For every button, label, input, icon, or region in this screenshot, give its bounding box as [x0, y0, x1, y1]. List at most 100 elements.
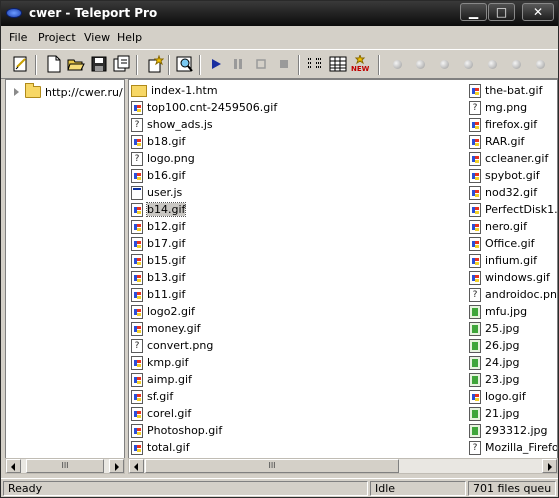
file-list-item[interactable]: 24.jpg	[469, 354, 557, 371]
file-list-item[interactable]: b14.gif	[131, 201, 466, 218]
scroll-left-arrow-icon[interactable]	[6, 459, 21, 473]
close-button[interactable]: ✕	[522, 3, 554, 21]
menu-file[interactable]: File	[9, 31, 27, 44]
file-list-item[interactable]: PerfectDisk1.g	[469, 201, 557, 218]
file-list-item[interactable]: user.js	[131, 184, 466, 201]
file-list-item[interactable]: b18.gif	[131, 133, 466, 150]
file-name: PerfectDisk1.g	[485, 203, 557, 216]
file-list-item[interactable]: logo2.gif	[131, 303, 466, 320]
image-file-icon	[469, 168, 481, 183]
file-list-item[interactable]: nod32.gif	[469, 184, 557, 201]
new-project-icon[interactable]	[45, 55, 63, 73]
file-name: infium.gif	[485, 254, 538, 267]
file-list-item[interactable]: mg.png	[469, 99, 557, 116]
file-list-item[interactable]: kmp.gif	[131, 354, 466, 371]
file-list-item[interactable]: 25.jpg	[469, 320, 557, 337]
save-project-icon[interactable]	[90, 55, 108, 73]
image-file-icon	[469, 83, 481, 98]
file-list-item[interactable]: infium.gif	[469, 252, 557, 269]
image-file-icon	[131, 423, 143, 438]
file-list-item[interactable]: logo.gif	[469, 388, 557, 405]
unknown-file-icon	[469, 287, 481, 302]
tree-node-label: http://cwer.ru/	[45, 85, 123, 99]
file-list-item[interactable]: b17.gif	[131, 235, 466, 252]
new-address-icon[interactable]	[146, 55, 164, 73]
file-name: kmp.gif	[147, 356, 189, 369]
project-properties-icon[interactable]	[12, 55, 30, 73]
menu-view[interactable]: View	[84, 31, 110, 44]
open-project-icon[interactable]	[67, 55, 85, 73]
file-list-item[interactable]: money.gif	[131, 320, 466, 337]
pause-icon[interactable]	[229, 55, 247, 73]
file-list-item[interactable]: Mozilla_Firefox	[469, 439, 557, 456]
menu-project[interactable]: Project	[38, 31, 76, 44]
file-list-item[interactable]: corel.gif	[131, 405, 466, 422]
file-list-item[interactable]: b16.gif	[131, 167, 466, 184]
scroll-thumb[interactable]: III	[26, 459, 104, 473]
file-list-item[interactable]: androidoc.png	[469, 286, 557, 303]
file-list-item[interactable]: 293312.jpg	[469, 422, 557, 439]
file-list-item[interactable]: 21.jpg	[469, 405, 557, 422]
expand-arrow-icon[interactable]	[14, 88, 19, 96]
file-list-item[interactable]: mfu.jpg	[469, 303, 557, 320]
file-list-item[interactable]: 26.jpg	[469, 337, 557, 354]
file-list-item[interactable]: sf.gif	[131, 388, 466, 405]
file-name: spybot.gif	[485, 169, 540, 182]
project-wizard-icon[interactable]	[113, 55, 131, 73]
scroll-left-arrow-icon[interactable]	[129, 459, 144, 473]
file-list-item[interactable]: Office.gif	[469, 235, 557, 252]
file-list-pane[interactable]: index-1.htm top100.cnt-2459506.gif show_ad…	[128, 79, 558, 474]
file-list-item[interactable]: convert.png	[131, 337, 466, 354]
file-name: androidoc.png	[485, 288, 557, 301]
stop-icon[interactable]	[252, 55, 270, 73]
script-file-icon	[131, 185, 143, 200]
list-view-icon[interactable]	[329, 55, 347, 73]
project-tree-pane[interactable]: http://cwer.ru/	[5, 79, 125, 474]
file-list-item[interactable]: Photoshop.gif	[131, 422, 466, 439]
progress-light	[536, 60, 545, 69]
maximize-button[interactable]: □	[488, 3, 515, 21]
file-list-item[interactable]: b13.gif	[131, 269, 466, 286]
app-window: cwer - Teleport Pro ▁ □ ✕ File Project V…	[0, 0, 559, 498]
file-name: b14.gif	[145, 202, 187, 217]
file-name: total.gif	[147, 441, 190, 454]
file-list-item[interactable]: RAR.gif	[469, 133, 557, 150]
image-file-icon	[469, 185, 481, 200]
file-name: windows.gif	[485, 271, 550, 284]
progress-light	[512, 60, 521, 69]
app-logo-icon[interactable]	[6, 8, 22, 18]
browse-icon[interactable]	[176, 55, 194, 73]
new-files-icon[interactable]: NEW	[351, 55, 369, 73]
folder-icon	[131, 84, 147, 97]
unknown-file-icon	[469, 100, 481, 115]
title-bar[interactable]: cwer - Teleport Pro ▁ □ ✕	[1, 1, 558, 26]
image-file-icon	[131, 304, 143, 319]
file-list-item[interactable]: firefox.gif	[469, 116, 557, 133]
file-list-item[interactable]: index-1.htm	[131, 82, 466, 99]
file-list-horizontal-scrollbar[interactable]: III	[128, 458, 558, 474]
file-list-item[interactable]: b11.gif	[131, 286, 466, 303]
file-list-item[interactable]: 23.jpg	[469, 371, 557, 388]
tree-horizontal-scrollbar[interactable]: III	[5, 458, 125, 474]
file-list-item[interactable]: nero.gif	[469, 218, 557, 235]
scroll-thumb[interactable]: III	[145, 459, 399, 473]
file-list-item[interactable]: total.gif	[131, 439, 466, 456]
scroll-right-arrow-icon[interactable]	[109, 459, 124, 473]
file-list-item[interactable]: top100.cnt-2459506.gif	[131, 99, 466, 116]
file-list-item[interactable]: windows.gif	[469, 269, 557, 286]
details-view-icon[interactable]	[306, 55, 324, 73]
minimize-button[interactable]: ▁	[460, 3, 487, 21]
file-list-item[interactable]: b12.gif	[131, 218, 466, 235]
file-list-item[interactable]: show_ads.js	[131, 116, 466, 133]
halt-icon[interactable]	[275, 55, 293, 73]
file-list-item[interactable]: b15.gif	[131, 252, 466, 269]
file-list-item[interactable]: the-bat.gif	[469, 82, 557, 99]
file-list-item[interactable]: logo.png	[131, 150, 466, 167]
start-icon[interactable]	[207, 55, 225, 73]
file-list-item[interactable]: spybot.gif	[469, 167, 557, 184]
file-list-item[interactable]: aimp.gif	[131, 371, 466, 388]
file-list-item[interactable]: ccleaner.gif	[469, 150, 557, 167]
menu-help[interactable]: Help	[117, 31, 142, 44]
scroll-right-arrow-icon[interactable]	[542, 459, 557, 473]
tree-node-root[interactable]: http://cwer.ru/	[14, 83, 123, 100]
